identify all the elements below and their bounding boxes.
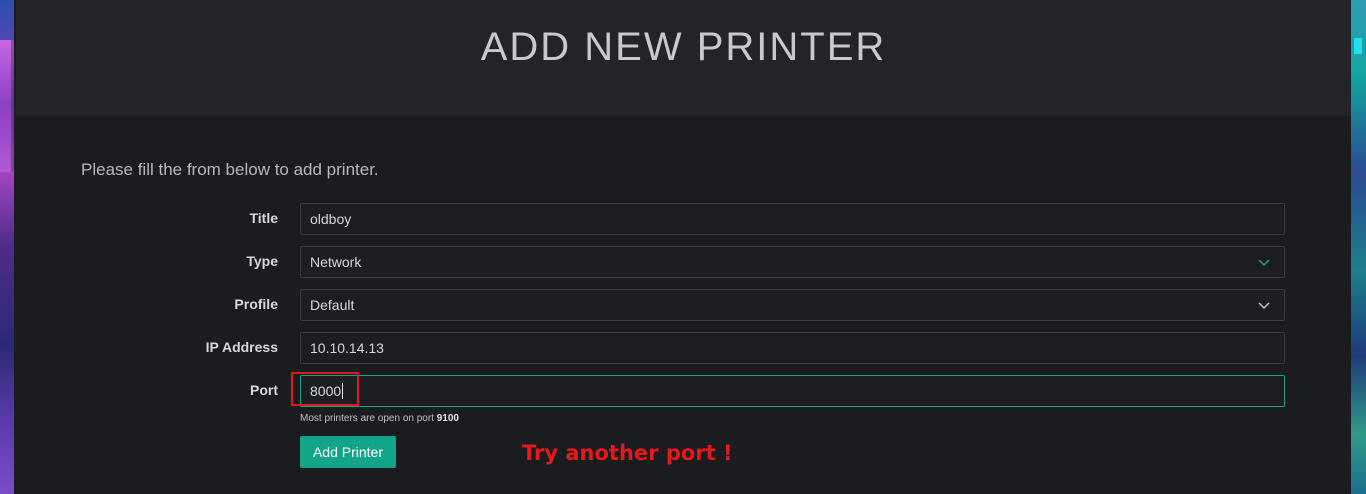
app-window: ADD NEW PRINTER Please fill the from bel… [16,0,1351,494]
port-hint-value: 9100 [436,413,459,424]
desktop-wallpaper-left [0,0,14,494]
ip-address-input[interactable]: 10.10.14.13 [300,332,1285,364]
desktop-wallpaper-right [1350,0,1366,494]
ip-address-label: IP Address [205,339,278,355]
chevron-down-icon [1258,302,1270,310]
title-input[interactable]: oldboy [300,203,1285,235]
add-printer-button[interactable]: Add Printer [300,436,396,468]
wallpaper-accent [1354,38,1362,54]
form-intro: Please fill the from below to add printe… [81,160,379,179]
type-select-value: Network [310,254,362,270]
type-label: Type [246,253,278,269]
profile-select[interactable]: Default [300,289,1285,321]
page-title: ADD NEW PRINTER [480,24,887,69]
port-hint: Most printers are open on port 9100 [300,413,459,424]
title-label: Title [249,210,278,226]
port-input[interactable]: 8000 [300,375,1285,407]
chevron-down-icon [1258,259,1270,267]
profile-label: Profile [234,296,278,312]
title-input-value: oldboy [310,211,352,227]
annotation-highlight-box [291,372,359,406]
type-select[interactable]: Network [300,246,1285,278]
profile-select-value: Default [310,297,355,313]
wallpaper-stripe [0,40,14,172]
annotation-text: Try another port ! [522,441,733,465]
port-label: Port [250,382,278,398]
port-hint-text: Most printers are open on port [300,413,434,424]
ip-address-input-value: 10.10.14.13 [310,340,384,356]
page-header: ADD NEW PRINTER [16,0,1351,116]
